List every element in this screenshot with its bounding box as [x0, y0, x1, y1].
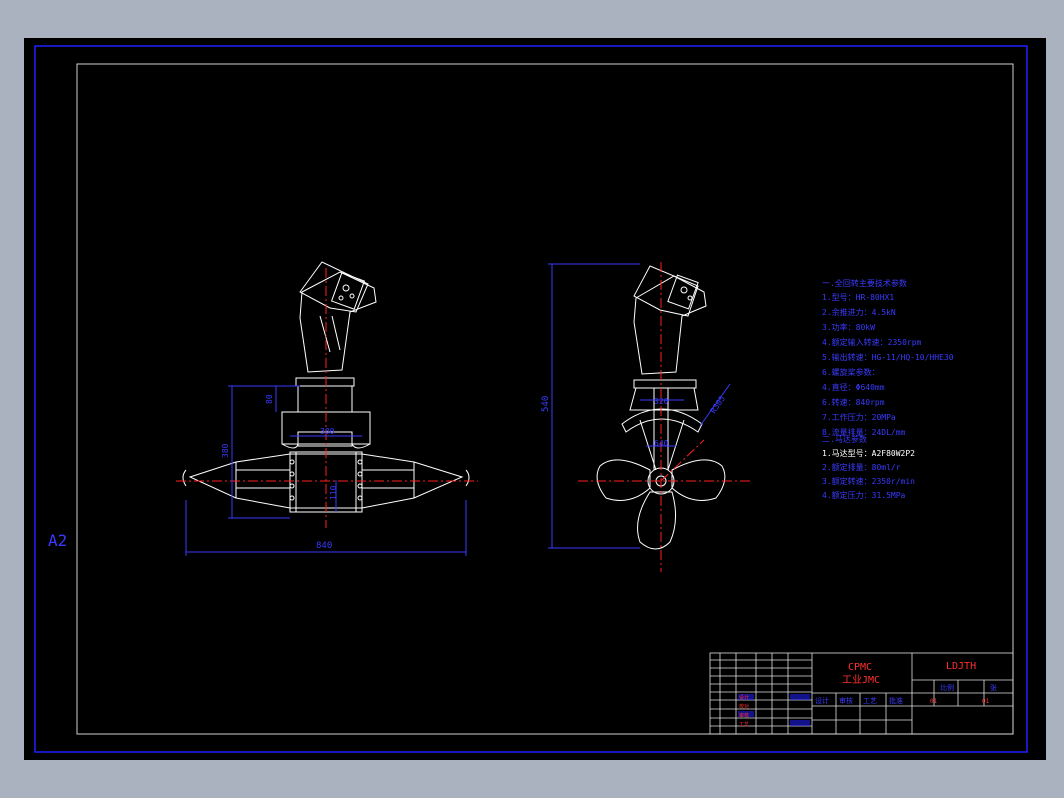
- left-dim-80: 80: [265, 394, 274, 404]
- right-dim-540: 540: [541, 396, 551, 412]
- rev-label: 审核: [739, 712, 749, 719]
- left-dim-840: 840: [316, 541, 332, 551]
- sig-label: 批准: [889, 696, 903, 705]
- sheet-size-label: A2: [48, 531, 67, 550]
- sheet-label: 张: [990, 683, 997, 692]
- right-dim-640: 640: [654, 439, 669, 448]
- notes-item: 4.额定输入转速：2350rpm: [822, 337, 922, 347]
- notes-item: 4.直径：Φ640mm: [822, 382, 885, 392]
- drawing-name: LDJTH: [946, 661, 976, 672]
- notes-item: 6.转速：840rpm: [822, 397, 885, 407]
- left-dim-110: 110: [329, 485, 338, 500]
- sheet-row-a: 01: [930, 698, 938, 705]
- notes-item: 2.余推进力：4.5kN: [822, 307, 896, 317]
- rev-label: 校对: [739, 703, 749, 710]
- sheet-row-b: 01: [982, 698, 990, 705]
- notes-item: 6.螺旋桨参数：: [822, 367, 880, 377]
- notes-sub-item: 4.额定压力：31.5MPa: [822, 490, 906, 500]
- notes-item: 1.型号：HR-80HX1: [822, 293, 894, 302]
- notes-item: 5.输出转速：HG-11/HQ-10/HHE30: [822, 352, 954, 362]
- scale-label: 比例: [940, 683, 954, 692]
- sig-label: 设计: [815, 696, 829, 705]
- company-line2: 工业JMC: [842, 674, 880, 686]
- left-dim-380-horizontal: 380: [320, 427, 335, 436]
- notes-sub-item: 2.额定排量：80ml/r: [822, 462, 901, 472]
- notes-sub-item: 1.马达型号：A2F80W2P2: [822, 448, 915, 458]
- cad-drawing-canvas: A2 80 380 380 110 840 540 320 640 R305 一…: [24, 38, 1046, 760]
- sig-label: 工艺: [863, 697, 877, 705]
- notes-sub-heading: 二.马达参数: [822, 434, 867, 444]
- drawing-background: [24, 38, 1046, 760]
- sig-label: 审核: [839, 696, 853, 705]
- rev-label: 工艺: [739, 722, 749, 728]
- notes-item: 7.工作压力：20MPa: [822, 412, 896, 422]
- company-line1: CPMC: [848, 662, 872, 673]
- rev-label: 设计: [739, 694, 749, 701]
- notes-item: 3.功率：80kW: [822, 322, 875, 332]
- left-dim-380-vertical: 380: [221, 443, 230, 458]
- right-dim-320: 320: [654, 397, 669, 406]
- notes-heading: 一.全回转主要技术参数: [822, 278, 907, 288]
- notes-sub-item: 3.额定转速：2350r/min: [822, 476, 915, 486]
